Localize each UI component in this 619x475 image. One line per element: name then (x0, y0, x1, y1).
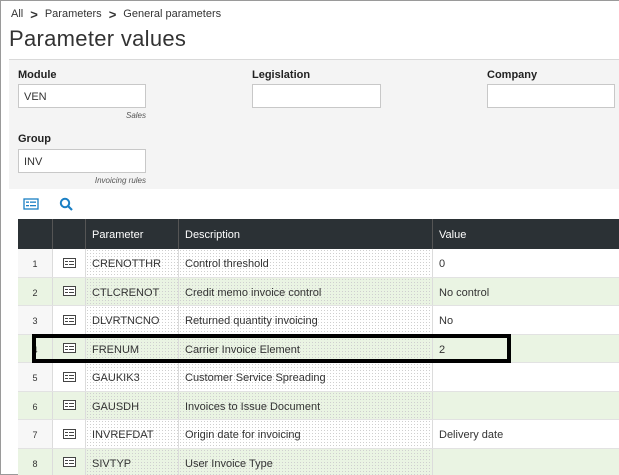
row-detail-icon[interactable] (62, 371, 76, 382)
row-detail-icon[interactable] (62, 286, 76, 297)
row-menu-cell[interactable] (53, 448, 86, 475)
parameter-cell[interactable]: DLVRTNCNO (86, 306, 179, 334)
criteria-panel: Module VEN Sales Legislation Company Gro… (9, 59, 619, 189)
row-menu-cell[interactable] (53, 306, 86, 334)
table-row[interactable]: 5 GAUKIK3 Customer Service Spreading (18, 363, 619, 392)
module-label: Module (18, 69, 57, 81)
table-row[interactable]: 4 FRENUM Carrier Invoice Element 2 (18, 334, 619, 363)
header-row-number (18, 219, 53, 249)
group-hint: Invoicing rules (94, 176, 146, 185)
description-cell[interactable]: Customer Service Spreading (179, 363, 433, 391)
row-detail-icon[interactable] (62, 457, 76, 468)
header-actions (53, 219, 86, 249)
description-cell[interactable]: Invoices to Issue Document (179, 391, 433, 419)
row-number: 8 (18, 448, 53, 475)
row-number: 6 (18, 391, 53, 419)
value-cell[interactable]: 2 (433, 335, 619, 363)
row-detail-icon[interactable] (62, 257, 76, 268)
row-detail-icon[interactable] (62, 314, 76, 325)
search-icon[interactable] (58, 197, 74, 211)
value-cell[interactable] (433, 363, 619, 391)
value-cell[interactable]: No control (433, 278, 619, 306)
table-row[interactable]: 8 SIVTYP User Invoice Type (18, 448, 619, 475)
header-description[interactable]: Description (179, 219, 433, 249)
parameter-cell[interactable]: GAUSDH (86, 391, 179, 419)
window-frame: All > Parameters > General parameters Pa… (0, 0, 619, 475)
parameter-cell[interactable]: CRENOTTHR (86, 249, 179, 277)
table-row[interactable]: 7 INVREFDAT Origin date for invoicing De… (18, 420, 619, 449)
row-menu-cell[interactable] (53, 249, 86, 277)
row-menu-cell[interactable] (53, 391, 86, 419)
group-label: Group (18, 133, 51, 145)
table-row[interactable]: 1 CRENOTTHR Control threshold 0 (18, 249, 619, 278)
legislation-label: Legislation (252, 69, 311, 81)
breadcrumb-parameters[interactable]: Parameters (45, 8, 102, 20)
description-cell[interactable]: Credit memo invoice control (179, 277, 433, 305)
group-field[interactable]: INV (18, 149, 146, 173)
description-cell[interactable]: Origin date for invoicing (179, 420, 433, 448)
table-row[interactable]: 3 DLVRTNCNO Returned quantity invoicing … (18, 306, 619, 335)
breadcrumb-separator: > (108, 6, 117, 22)
module-field[interactable]: VEN (18, 84, 146, 108)
table-row[interactable]: 2 CTLCRENOT Credit memo invoice control … (18, 277, 619, 306)
value-cell[interactable] (433, 392, 619, 420)
row-detail-icon[interactable] (62, 428, 76, 439)
list-view-icon[interactable] (23, 197, 39, 211)
table-row[interactable]: 6 GAUSDH Invoices to Issue Document (18, 391, 619, 420)
parameter-cell[interactable]: GAUKIK3 (86, 363, 179, 391)
value-cell[interactable] (433, 449, 619, 475)
row-detail-icon[interactable] (62, 400, 76, 411)
parameter-cell[interactable]: SIVTYP (86, 448, 179, 475)
breadcrumb: All > Parameters > General parameters (11, 6, 221, 22)
description-cell[interactable]: Returned quantity invoicing (179, 306, 433, 334)
row-number: 3 (18, 306, 53, 334)
description-cell[interactable]: Carrier Invoice Element (179, 334, 433, 362)
value-cell[interactable]: Delivery date (433, 420, 619, 448)
row-number: 5 (18, 363, 53, 391)
row-number: 1 (18, 249, 53, 277)
breadcrumb-general-parameters[interactable]: General parameters (123, 8, 221, 20)
header-parameter[interactable]: Parameter (86, 219, 179, 249)
grid-header: Parameter Description Value (18, 219, 619, 249)
value-cell[interactable]: 0 (433, 249, 619, 277)
parameter-grid: Parameter Description Value 1 CRENOTTHR … (18, 219, 619, 475)
row-menu-cell[interactable] (53, 277, 86, 305)
parameter-cell[interactable]: FRENUM (86, 334, 179, 362)
row-number: 2 (18, 277, 53, 305)
row-detail-icon[interactable] (62, 343, 76, 354)
legislation-field[interactable] (252, 84, 381, 108)
description-cell[interactable]: User Invoice Type (179, 448, 433, 475)
description-cell[interactable]: Control threshold (179, 249, 433, 277)
row-menu-cell[interactable] (53, 420, 86, 448)
header-value[interactable]: Value (433, 219, 619, 249)
company-field[interactable] (487, 84, 615, 108)
breadcrumb-all[interactable]: All (11, 8, 23, 20)
row-number: 4 (18, 334, 53, 362)
row-number: 7 (18, 420, 53, 448)
breadcrumb-separator: > (30, 6, 38, 22)
row-menu-cell[interactable] (53, 363, 86, 391)
row-menu-cell[interactable] (53, 334, 86, 362)
module-hint: Sales (125, 111, 146, 120)
value-cell[interactable]: No (433, 306, 619, 334)
parameter-cell[interactable]: CTLCRENOT (86, 277, 179, 305)
page-title: Parameter values (9, 26, 187, 51)
parameter-cell[interactable]: INVREFDAT (86, 420, 179, 448)
company-label: Company (487, 69, 538, 81)
